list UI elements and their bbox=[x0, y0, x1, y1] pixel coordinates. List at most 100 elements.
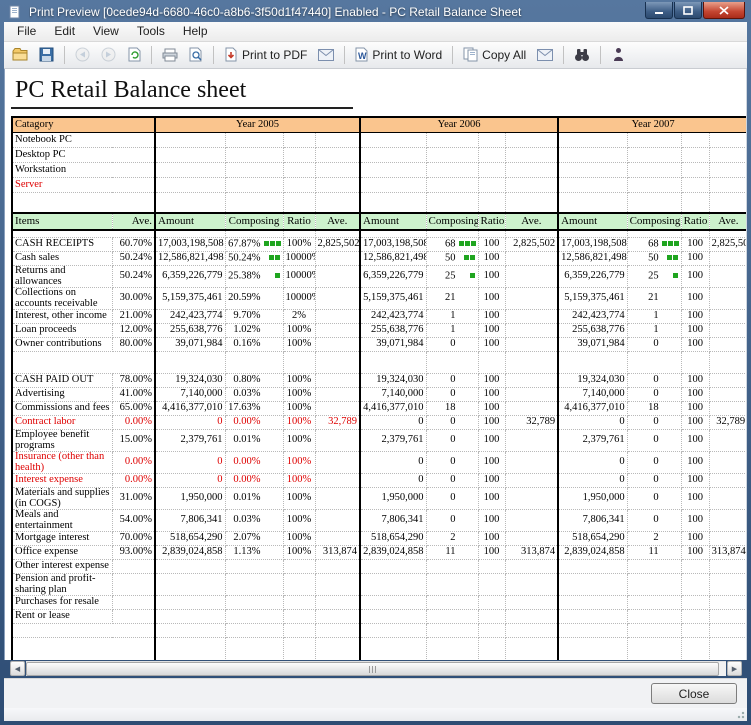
column-header-row: ItemsAve.AmountComposingRatioAve.AmountC… bbox=[12, 213, 747, 230]
scroll-left-arrow[interactable]: ◀ bbox=[10, 661, 25, 676]
amount-cell: 2,379,761 bbox=[155, 430, 225, 452]
ratio-cell: 100 bbox=[478, 238, 505, 252]
ave-cell: 2,825,502 bbox=[709, 238, 747, 252]
composing-cell: 0 bbox=[426, 488, 478, 510]
green-square-icon bbox=[673, 255, 678, 260]
ratio-cell: 100% bbox=[283, 402, 315, 416]
table-row: Interest expense0.00%00.00%100%001000010… bbox=[12, 474, 747, 488]
toolbar-forward-button[interactable] bbox=[96, 44, 121, 66]
menu-tools[interactable]: Tools bbox=[128, 22, 174, 40]
menu-view[interactable]: View bbox=[84, 22, 128, 40]
toolbar-open-button[interactable] bbox=[7, 44, 33, 66]
amount-cell: 4,416,377,010 bbox=[155, 402, 225, 416]
empty-cell bbox=[426, 163, 478, 178]
empty-cell bbox=[627, 352, 681, 374]
ave-cell bbox=[505, 532, 558, 546]
amount-cell: 7,806,341 bbox=[155, 510, 225, 532]
scroll-thumb[interactable] bbox=[26, 662, 719, 676]
toolbar-print-preview-button[interactable] bbox=[184, 44, 208, 66]
table-row: Office expense93.00%2,839,024,8581.13%10… bbox=[12, 546, 747, 560]
ave-cell bbox=[709, 374, 747, 388]
amount-cell: 518,654,290 bbox=[360, 532, 426, 546]
composing-cell bbox=[627, 610, 681, 624]
col-header-items: Items bbox=[12, 213, 112, 230]
table-row: CASH PAID OUT78.00%19,324,0300.80%100%19… bbox=[12, 374, 747, 388]
ave-cell bbox=[505, 510, 558, 532]
menu-help[interactable]: Help bbox=[174, 22, 217, 40]
ratio-cell bbox=[283, 610, 315, 624]
toolbar-print-to-word-button[interactable]: W Print to Word bbox=[350, 44, 447, 66]
ratio-cell bbox=[478, 574, 505, 596]
ratio-cell: 100% bbox=[283, 532, 315, 546]
toolbar-back-button[interactable] bbox=[70, 44, 95, 66]
toolbar-print-to-pdf-button[interactable]: Print to PDF bbox=[219, 44, 312, 66]
green-square-icon bbox=[470, 273, 475, 278]
toolbar-exit-button[interactable] bbox=[606, 44, 630, 66]
composing-cell: 1.13% bbox=[225, 546, 283, 560]
toolbar-save-button[interactable] bbox=[34, 44, 59, 66]
green-square-icon bbox=[465, 241, 470, 246]
menu-edit[interactable]: Edit bbox=[45, 22, 84, 40]
ave-cell bbox=[315, 488, 360, 510]
item-ave-cell: 93.00% bbox=[112, 546, 155, 560]
empty-cell bbox=[360, 178, 426, 193]
green-square-icon bbox=[668, 241, 673, 246]
item-label-cell: Rent or lease bbox=[12, 610, 112, 624]
resize-grip[interactable] bbox=[735, 709, 745, 719]
toolbar-email-pdf-button[interactable] bbox=[313, 44, 339, 66]
menu-file[interactable]: File bbox=[8, 22, 45, 40]
ave-cell: 32,789 bbox=[505, 416, 558, 430]
toolbar-find-button[interactable] bbox=[569, 44, 595, 66]
green-square-icon bbox=[276, 241, 281, 246]
table-row: Interest, other income21.00%242,423,7749… bbox=[12, 310, 747, 324]
svg-text:W: W bbox=[358, 51, 367, 61]
minimize-button[interactable] bbox=[645, 2, 673, 19]
scroll-right-arrow[interactable]: ▶ bbox=[727, 661, 742, 676]
close-button[interactable]: Close bbox=[651, 683, 737, 704]
composing-cell: 0.01% bbox=[225, 488, 283, 510]
amount-cell: 17,003,198,508 bbox=[558, 238, 627, 252]
ratio-cell: 100 bbox=[681, 546, 709, 560]
empty-cell bbox=[478, 230, 505, 238]
ave-cell bbox=[709, 324, 747, 338]
composing-cell: 0 bbox=[426, 430, 478, 452]
empty-cell bbox=[155, 230, 225, 238]
composing-squares bbox=[459, 253, 476, 264]
table-row: Meals and entertainment54.00%7,806,3410.… bbox=[12, 510, 747, 532]
item-label-cell: Interest expense bbox=[12, 474, 112, 488]
empty-cell bbox=[505, 352, 558, 374]
empty-cell bbox=[681, 352, 709, 374]
empty-cell bbox=[360, 133, 426, 148]
toolbar-print-button[interactable] bbox=[157, 44, 183, 66]
table-row: Materials and supplies (in COGS)31.00%1,… bbox=[12, 488, 747, 510]
ave-cell bbox=[709, 610, 747, 624]
empty-cell bbox=[315, 193, 360, 213]
amount-cell: 12,586,821,498 bbox=[558, 252, 627, 266]
ratio-cell: 100% bbox=[283, 324, 315, 338]
table-row: Insurance (other than health)0.00%00.00%… bbox=[12, 452, 747, 474]
toolbar-copy-all-button[interactable]: Copy All bbox=[458, 44, 531, 66]
scroll-track[interactable] bbox=[26, 661, 726, 676]
ratio-cell: 100 bbox=[478, 430, 505, 452]
maximize-button[interactable] bbox=[674, 2, 702, 19]
amount-cell: 0 bbox=[155, 474, 225, 488]
amount-cell bbox=[155, 610, 225, 624]
composing-cell: 1 bbox=[426, 324, 478, 338]
composing-cell bbox=[426, 596, 478, 610]
status-bar bbox=[4, 708, 747, 721]
toolbar: Print to PDF W Print to Word Copy All bbox=[4, 42, 747, 69]
amount-cell: 255,638,776 bbox=[155, 324, 225, 338]
ave-cell bbox=[505, 324, 558, 338]
col-header-amount: Amount bbox=[558, 213, 627, 230]
toolbar-email-copy-button[interactable] bbox=[532, 44, 558, 66]
title-bar[interactable]: Print Preview [0cede94d-6680-46c0-a8b6-3… bbox=[4, 0, 747, 22]
empty-cell bbox=[360, 230, 426, 238]
h-scrollbar[interactable]: ◀ ▶ bbox=[10, 661, 742, 676]
ratio-cell: 100 bbox=[478, 416, 505, 430]
empty-cell bbox=[225, 148, 283, 163]
amount-cell: 2,379,761 bbox=[558, 430, 627, 452]
toolbar-button-label: Print to Word bbox=[372, 48, 442, 62]
amount-cell bbox=[360, 574, 426, 596]
toolbar-refresh-button[interactable] bbox=[122, 44, 146, 66]
close-window-button[interactable] bbox=[703, 2, 745, 19]
